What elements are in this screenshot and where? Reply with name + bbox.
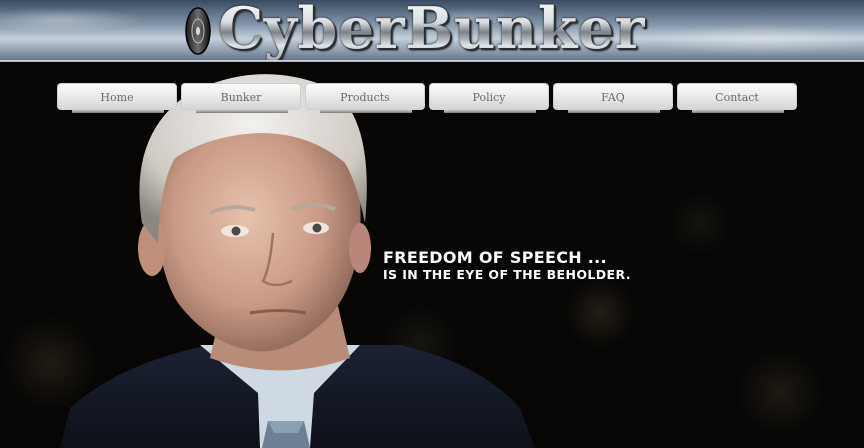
hero-section: FREEDOM OF SPEECH ... IS IN THE EYE OF T… xyxy=(0,63,864,448)
nav-divider xyxy=(72,110,164,113)
disc-icon xyxy=(185,7,211,55)
nav-divider xyxy=(320,110,412,113)
tagline-subline: IS IN THE EYE OF THE BEHOLDER. xyxy=(383,267,631,282)
nav-divider xyxy=(196,110,288,113)
nav-policy-button[interactable]: Policy xyxy=(429,83,549,110)
nav-divider xyxy=(692,110,784,113)
main-nav: Home Bunker Products Policy FAQ Contact xyxy=(57,83,801,115)
hero-tagline: FREEDOM OF SPEECH ... IS IN THE EYE OF T… xyxy=(383,248,631,283)
site-logo[interactable]: CyberBunker xyxy=(218,0,645,62)
nav-divider xyxy=(444,110,536,113)
nav-faq-button[interactable]: FAQ xyxy=(553,83,673,110)
nav-contact-button[interactable]: Contact xyxy=(677,83,797,110)
banner-divider xyxy=(0,60,864,62)
nav-bunker-button[interactable]: Bunker xyxy=(181,83,301,110)
nav-home-button[interactable]: Home xyxy=(57,83,177,110)
site-banner: CyberBunker xyxy=(0,0,864,62)
tagline-headline: FREEDOM OF SPEECH ... xyxy=(383,248,607,267)
nav-products-button[interactable]: Products xyxy=(305,83,425,110)
nav-divider xyxy=(568,110,660,113)
